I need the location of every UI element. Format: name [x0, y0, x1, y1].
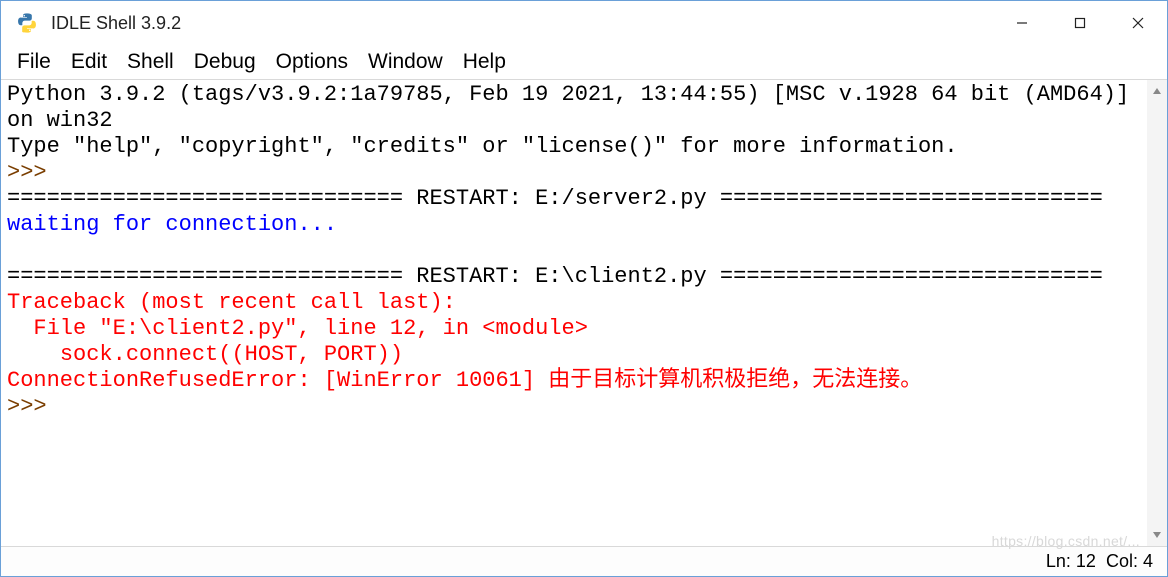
- menu-shell[interactable]: Shell: [117, 47, 184, 77]
- menu-debug[interactable]: Debug: [184, 47, 266, 77]
- maximize-button[interactable]: [1051, 1, 1109, 45]
- prompt-2: >>>: [7, 394, 60, 419]
- statusbar: Ln: 12 Col: 4: [1, 546, 1167, 576]
- traceback-line-1: Traceback (most recent call last):: [7, 290, 456, 315]
- content-wrap: Python 3.9.2 (tags/v3.9.2:1a79785, Feb 1…: [1, 79, 1167, 546]
- menu-window[interactable]: Window: [358, 47, 453, 77]
- status-col-label: Col:: [1106, 551, 1138, 572]
- window-root: IDLE Shell 3.9.2 File Edit Shell Debug O…: [0, 0, 1168, 577]
- app-icon: [13, 9, 41, 37]
- banner-line1: Python 3.9.2 (tags/v3.9.2:1a79785, Feb 1…: [7, 82, 1142, 133]
- menu-options[interactable]: Options: [266, 47, 358, 77]
- banner-line2: Type "help", "copyright", "credits" or "…: [7, 134, 958, 159]
- scroll-down-icon[interactable]: [1148, 526, 1166, 544]
- vertical-scrollbar[interactable]: [1147, 80, 1167, 546]
- stdout-line-1: waiting for connection...: [7, 212, 337, 237]
- restart-banner-1: ============================== RESTART: …: [7, 186, 1103, 211]
- restart-banner-2: ============================== RESTART: …: [7, 264, 1103, 289]
- traceback-line-3: sock.connect((HOST, PORT)): [7, 342, 403, 367]
- titlebar: IDLE Shell 3.9.2: [1, 1, 1167, 45]
- menu-help[interactable]: Help: [453, 47, 516, 77]
- close-button[interactable]: [1109, 1, 1167, 45]
- scroll-up-icon[interactable]: [1148, 82, 1166, 100]
- traceback-line-4: ConnectionRefusedError: [WinError 10061]…: [7, 368, 922, 393]
- shell-text-area[interactable]: Python 3.9.2 (tags/v3.9.2:1a79785, Feb 1…: [1, 80, 1147, 546]
- minimize-button[interactable]: [993, 1, 1051, 45]
- traceback-line-2: File "E:\client2.py", line 12, in <modul…: [7, 316, 588, 341]
- window-title: IDLE Shell 3.9.2: [51, 13, 181, 34]
- prompt: >>>: [7, 160, 60, 185]
- menu-edit[interactable]: Edit: [61, 47, 117, 77]
- status-ln-value: 12: [1076, 551, 1096, 572]
- menu-file[interactable]: File: [7, 47, 61, 77]
- menubar: File Edit Shell Debug Options Window Hel…: [1, 45, 1167, 79]
- status-col-value: 4: [1143, 551, 1153, 572]
- status-ln-label: Ln:: [1046, 551, 1071, 572]
